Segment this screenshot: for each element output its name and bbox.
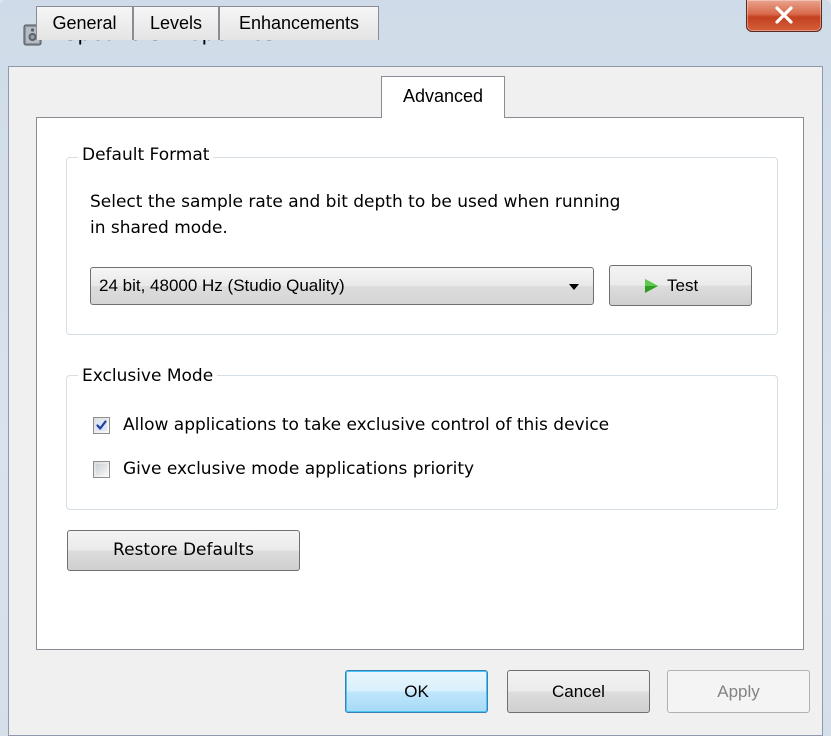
exclusive-priority-checkbox[interactable] (93, 461, 110, 478)
default-format-group (66, 157, 778, 335)
test-button-label: Test (667, 276, 699, 295)
tab-enhancements[interactable]: Enhancements (219, 6, 379, 40)
sample-rate-value: 24 bit, 48000 Hz (Studio Quality) (99, 276, 345, 295)
play-icon (645, 279, 658, 293)
apply-label: Apply (717, 682, 760, 701)
tab-label: General (52, 13, 117, 33)
cancel-button[interactable]: Cancel (507, 670, 650, 713)
restore-defaults-button[interactable]: Restore Defaults (67, 530, 300, 571)
checkmark-icon (96, 420, 107, 431)
exclusive-mode-title: Exclusive Mode (78, 366, 218, 386)
ok-button[interactable]: OK (345, 670, 488, 713)
chevron-down-icon (569, 284, 579, 290)
default-format-description: Select the sample rate and bit depth to … (90, 192, 621, 212)
tab-label: Levels (149, 13, 203, 33)
default-format-title: Default Format (78, 145, 214, 165)
tab-label: Enhancements (238, 13, 360, 33)
close-icon (775, 6, 793, 24)
tab-levels[interactable]: Levels (133, 6, 219, 40)
allow-exclusive-label[interactable]: Allow applications to take exclusive con… (123, 415, 609, 435)
tab-general[interactable]: General (36, 6, 133, 40)
exclusive-mode-group (66, 375, 778, 510)
sample-rate-dropdown[interactable]: 24 bit, 48000 Hz (Studio Quality) (90, 267, 594, 305)
restore-defaults-label: Restore Defaults (113, 540, 254, 560)
apply-button[interactable]: Apply (667, 670, 810, 713)
dialog-window: Speakers Properties General Levels Enhan… (0, 0, 831, 736)
tab-advanced[interactable]: Advanced (381, 76, 505, 118)
exclusive-priority-label[interactable]: Give exclusive mode applications priorit… (123, 459, 474, 479)
cancel-label: Cancel (552, 682, 605, 701)
default-format-description-line2: in shared mode. (90, 218, 228, 238)
close-button[interactable] (746, 0, 822, 32)
tab-label: Advanced (402, 86, 484, 106)
ok-label: OK (404, 682, 429, 701)
test-button[interactable]: Test (609, 265, 752, 306)
checkbox-inner (96, 464, 107, 475)
allow-exclusive-checkbox[interactable] (93, 417, 110, 434)
